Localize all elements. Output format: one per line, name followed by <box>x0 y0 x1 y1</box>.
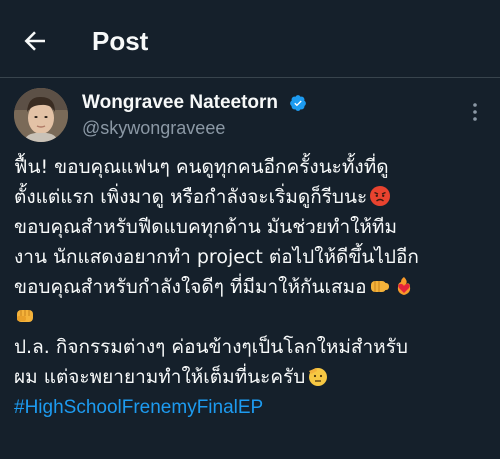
verified-badge-icon <box>289 94 307 112</box>
angry-face-icon <box>369 185 391 207</box>
tweet-line: ฟื้น! ขอบคุณแฟนๆ คนดูทุกคนอีกครั้งนะทั้ง… <box>14 156 389 178</box>
arrow-left-icon <box>24 31 45 51</box>
back-button[interactable] <box>20 26 50 56</box>
tweet-line: #HighSchoolFrenemyFinalEP <box>14 392 494 422</box>
heart-on-fire-icon <box>393 275 415 297</box>
more-options-button[interactable] <box>465 100 485 124</box>
tweet-line: ขอบคุณสำหรับฟีดแบคทุกด้าน มันช่วยทำให้ที… <box>14 216 397 238</box>
tweet-line: งาน นักแสดงอยากทำ project ต่อไปให้ดีขึ้น… <box>14 246 419 268</box>
page-title: Post <box>92 26 149 56</box>
tweet-line <box>14 302 494 332</box>
tweet-text: ฟื้น! ขอบคุณแฟนๆ คนดูทุกคนอีกครั้งนะทั้ง… <box>14 152 494 422</box>
avatar[interactable] <box>14 88 68 142</box>
tweet-line-text: ขอบคุณสำหรับกำลังใจดีๆ ที่มีมาให้กันเสมอ <box>14 276 367 298</box>
oncoming-fist-icon <box>14 305 36 327</box>
author-handle[interactable]: @skywongraveee <box>82 117 225 139</box>
tweet-line-text: ตั้งแต่แรก เพิ่งมาดู หรือกำลังจะเริ่มดูก… <box>14 186 368 208</box>
top-bar: Post <box>0 0 500 78</box>
tweet-line-text: ผม แต่จะพยายามทำให้เต็มที่นะครับ <box>14 366 306 388</box>
profile-photo <box>14 88 68 142</box>
hashtag-link[interactable]: #HighSchoolFrenemyFinalEP <box>14 397 263 418</box>
tweet-line: ตั้งแต่แรก เพิ่งมาดู หรือกำลังจะเริ่มดูก… <box>14 182 494 212</box>
author-name[interactable]: Wongravee Nateetorn <box>82 92 278 114</box>
tweet-line: ขอบคุณสำหรับกำลังใจดีๆ ที่มีมาให้กันเสมอ <box>14 272 494 302</box>
right-fist-icon <box>369 275 391 297</box>
tweet-line: ผม แต่จะพยายามทำให้เต็มที่นะครับ <box>14 362 494 392</box>
tweet-line: ป.ล. กิจกรรมต่างๆ ค่อนข้างๆเป็นโลกใหม่สำ… <box>14 336 408 358</box>
more-vertical-icon <box>473 103 477 121</box>
saluting-face-icon <box>307 365 329 387</box>
